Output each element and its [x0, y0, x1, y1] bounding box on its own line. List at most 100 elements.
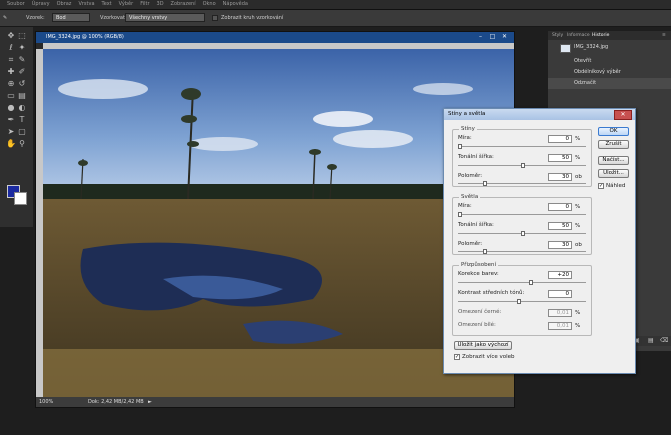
healing-icon[interactable]: ✚ [6, 67, 16, 77]
shadows-amount-unit: % [575, 136, 581, 142]
menu-item[interactable]: Úpravy [32, 0, 50, 9]
gradient-icon[interactable]: ▤ [17, 91, 27, 101]
crop-icon[interactable]: ⌗ [6, 55, 16, 65]
clone-icon[interactable]: ⊕ [6, 79, 16, 89]
magic-wand-icon[interactable]: ✦ [17, 43, 27, 53]
highlights-radius-thumb[interactable] [483, 249, 487, 254]
close-icon[interactable]: ✕ [500, 33, 509, 41]
more-options-label: Zobrazit více voleb [462, 354, 515, 360]
zoom-icon[interactable]: ⚲ [17, 139, 27, 149]
highlights-radius-unit: ob [575, 242, 582, 248]
marquee-icon[interactable]: ⬚ [17, 31, 27, 41]
adjustments-title: Přizpůsobení [459, 262, 498, 268]
cancel-button[interactable]: Zrušit [598, 140, 629, 149]
close-icon[interactable]: ✕ [614, 110, 632, 120]
white-clip-input[interactable]: 0,01 [548, 322, 572, 330]
brush-icon[interactable]: ✐ [17, 67, 27, 77]
color-correction-thumb[interactable] [529, 280, 533, 285]
menu-item[interactable]: Výběr [119, 0, 134, 9]
tab-styles[interactable]: Styly [552, 33, 563, 38]
eyedropper-icon[interactable]: ✎ [17, 55, 27, 65]
menu-item[interactable]: Filtr [140, 0, 149, 9]
eraser-icon[interactable]: ▭ [6, 91, 16, 101]
background-color-swatch[interactable] [14, 192, 27, 205]
highlights-group: Světla Míra: 0 % Tonální šířka: 50 % Pol… [452, 194, 592, 255]
save-default-button[interactable]: Uložit jako výchozí [454, 341, 512, 350]
highlights-tonal-thumb[interactable] [521, 231, 525, 236]
menu-item[interactable]: Okno [203, 0, 216, 9]
pen-icon[interactable]: ✒ [6, 115, 16, 125]
color-correction-slider[interactable] [458, 282, 586, 283]
shadows-amount-thumb[interactable] [458, 144, 462, 149]
shadows-amount-label: Míra: [458, 135, 472, 141]
highlights-tonal-input[interactable]: 50 [548, 222, 572, 230]
highlights-amount-slider[interactable] [458, 214, 586, 215]
eyedropper-tool-icon[interactable]: ✎ [3, 15, 7, 21]
more-options-checkbox[interactable]: ✓ [454, 354, 460, 360]
midtone-contrast-slider[interactable] [458, 301, 586, 302]
color-correction-input[interactable]: +20 [548, 271, 572, 279]
highlights-radius-input[interactable]: 30 [548, 241, 572, 249]
shadows-amount-input[interactable]: 0 [548, 135, 572, 143]
tab-info[interactable]: Informace [567, 33, 590, 38]
path-select-icon[interactable]: ➤ [6, 127, 16, 137]
load-button[interactable]: Načíst... [598, 156, 629, 165]
shadows-radius-slider[interactable] [458, 183, 586, 184]
midtone-contrast-thumb[interactable] [517, 299, 521, 304]
move-icon[interactable]: ✥ [6, 31, 16, 41]
maximize-icon[interactable]: □ [488, 33, 497, 41]
new-doc-icon[interactable]: ▤ [648, 337, 654, 344]
dialog-title-bar[interactable]: Stíny a světla ✕ [444, 109, 635, 120]
history-item-label: Otevřít [574, 58, 592, 64]
menu-item[interactable]: Nápověda [223, 0, 248, 9]
lasso-icon[interactable]: ℓ [6, 43, 16, 53]
show-ring-checkbox[interactable] [212, 15, 218, 21]
shadows-radius-input[interactable]: 30 [548, 173, 572, 181]
shadows-tonal-input[interactable]: 50 [548, 154, 572, 162]
history-snapshot[interactable]: IMG_3324.jpg [548, 42, 671, 53]
preview-checkbox[interactable]: ✓ [598, 183, 604, 189]
menu-item[interactable]: 3D [157, 0, 164, 9]
history-item-selected[interactable]: Odznačit [548, 78, 671, 89]
color-correction-label: Korekce barev: [458, 271, 499, 277]
highlights-amount-thumb[interactable] [458, 212, 462, 217]
history-brush-icon[interactable]: ↺ [17, 79, 27, 89]
white-clip-label: Omezení bílé: [458, 322, 496, 328]
blur-icon[interactable]: ● [6, 103, 16, 113]
save-button[interactable]: Uložit... [598, 169, 629, 178]
menu-item[interactable]: Text [102, 0, 112, 9]
highlights-amount-label: Míra: [458, 203, 472, 209]
menu-item[interactable]: Soubor [7, 0, 25, 9]
menu-item[interactable]: Obraz [57, 0, 72, 9]
highlights-tonal-unit: % [575, 223, 581, 229]
trash-icon[interactable]: ⌫ [660, 337, 668, 344]
highlights-amount-input[interactable]: 0 [548, 203, 572, 211]
highlights-radius-slider[interactable] [458, 251, 586, 252]
shadows-radius-thumb[interactable] [483, 181, 487, 186]
menu-item[interactable]: Zobrazení [171, 0, 196, 9]
dodge-icon[interactable]: ◐ [17, 103, 27, 113]
status-arrow-icon[interactable]: ► [148, 399, 152, 405]
shape-icon[interactable]: ▢ [17, 127, 27, 137]
minimize-icon[interactable]: – [476, 33, 485, 41]
history-item[interactable]: Otevřít [548, 56, 671, 67]
shadows-tonal-thumb[interactable] [521, 163, 525, 168]
sample-layers-select[interactable]: Všechny vrstvy [125, 13, 205, 22]
tab-history[interactable]: Historie [592, 33, 609, 38]
hand-icon[interactable]: ✋ [6, 139, 16, 149]
menu-item[interactable]: Vrstva [78, 0, 94, 9]
black-clip-input[interactable]: 0,01 [548, 309, 572, 317]
zoom-level[interactable]: 100% [39, 399, 53, 405]
shadows-tonal-label: Tonální šířka: [458, 154, 494, 160]
panel-menu-icon[interactable]: ≡ [662, 33, 666, 38]
midtone-contrast-input[interactable]: 0 [548, 290, 572, 298]
sample-size-select[interactable]: Bod [52, 13, 90, 22]
dialog-title: Stíny a světla [448, 111, 486, 117]
document-title-bar[interactable]: IMG_3324.jpg @ 100% (RGB/8) – □ ✕ [36, 32, 514, 43]
history-item[interactable]: Obdélníkový výběr [548, 67, 671, 78]
highlights-tonal-label: Tonální šířka: [458, 222, 494, 228]
ok-button[interactable]: OK [598, 127, 629, 136]
text-icon[interactable]: T [17, 115, 27, 125]
white-clip-unit: % [575, 323, 581, 329]
shadows-amount-slider[interactable] [458, 146, 586, 147]
